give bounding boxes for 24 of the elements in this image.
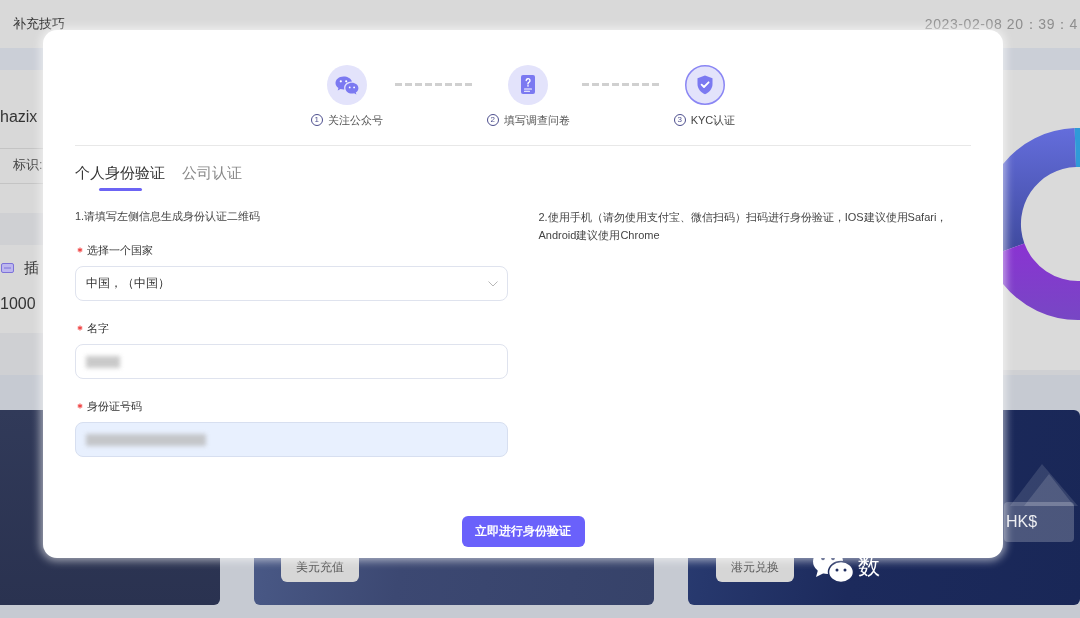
field-label: 选择一个国家: [87, 243, 153, 258]
step-label: 关注公众号: [327, 113, 383, 127]
instruction-text: 1.请填写左侧信息生成身份认证二维码: [75, 209, 262, 224]
card-icon: [1, 263, 14, 273]
text-input[interactable]: [75, 422, 508, 457]
slot-title: 插: [24, 259, 39, 277]
tab[interactable]: 公司认证: [182, 163, 242, 191]
field-label: 身份证号码: [87, 399, 142, 414]
instruction-text: 2.使用手机（请勿使用支付宝、微信扫码）扫码进行身份验证，IOS建议使用Safari，Android建议使用Chrome: [538, 210, 949, 243]
page-title: 补充技巧: [13, 15, 65, 33]
account-name: hazix: [0, 107, 38, 127]
currency-tag: HK$: [1004, 502, 1074, 542]
verify-button[interactable]: 立即进行身份验证: [461, 516, 585, 547]
channel-title: 数: [858, 553, 880, 580]
field-label: 名字: [87, 321, 109, 336]
step-label: KYC认证: [690, 113, 736, 127]
field-label: 标识:: [13, 157, 43, 174]
slot-value: 1000: [0, 294, 36, 314]
text-input[interactable]: [75, 344, 508, 379]
tab[interactable]: 个人身份验证: [75, 163, 165, 191]
country-select[interactable]: 中国，（中国）: [75, 266, 508, 301]
chevron-down-icon: [487, 280, 498, 287]
step-label: 填写调查问卷: [503, 113, 570, 127]
timestamp: 2023-02-08 20：39：4: [924, 15, 1078, 33]
